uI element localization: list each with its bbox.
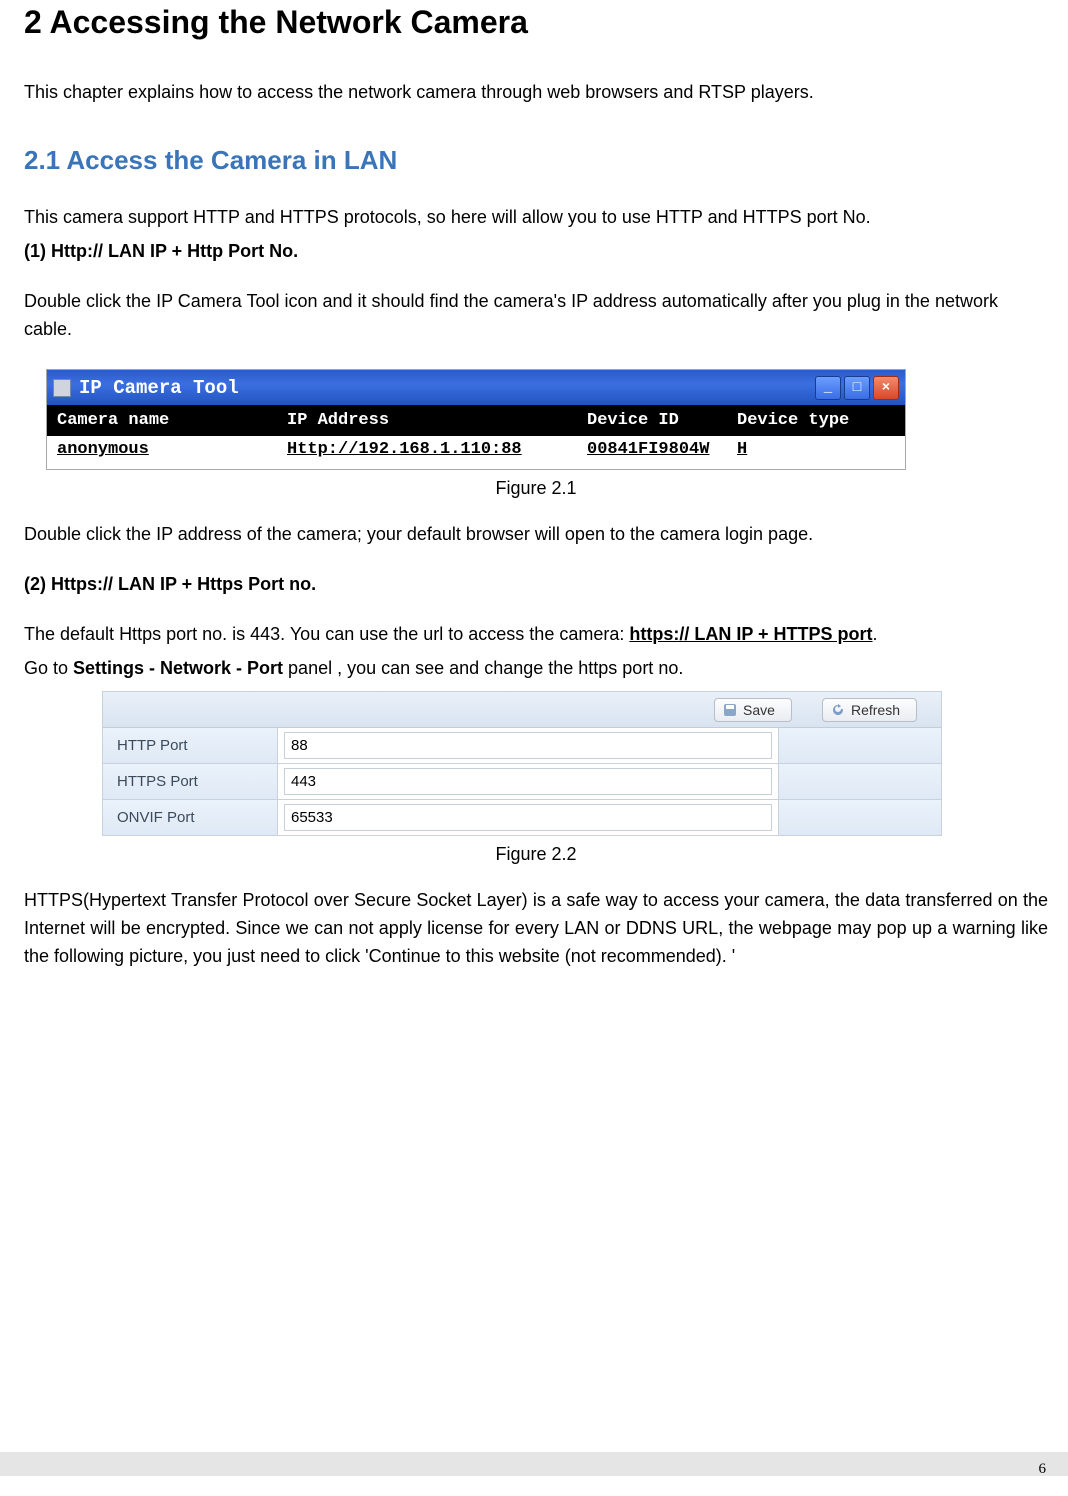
ip-camera-tool-window: IP Camera Tool _ □ × Camera name IP Addr… (46, 369, 906, 470)
col-device-id: Device ID (587, 411, 737, 430)
https-port-label: HTTPS Port (103, 764, 278, 799)
col-device-type: Device type (737, 411, 877, 430)
page-number: 6 (1039, 1461, 1047, 1478)
paragraph: Go to Settings - Network - Port panel , … (24, 655, 1048, 683)
method-2-label: (2) Https:// LAN IP + Https Port no. (24, 571, 1048, 599)
titlebar: IP Camera Tool _ □ × (47, 369, 905, 405)
save-icon (723, 703, 737, 717)
paragraph: Double click the IP Camera Tool icon and… (24, 288, 1048, 344)
column-headers: Camera name IP Address Device ID Device … (47, 405, 905, 436)
section-title-2-1: 2.1 Access the Camera in LAN (24, 145, 1048, 176)
save-button[interactable]: Save (714, 698, 792, 722)
maximize-button[interactable]: □ (844, 376, 870, 400)
http-port-input[interactable] (284, 732, 772, 759)
app-icon (53, 379, 71, 397)
close-button[interactable]: × (873, 376, 899, 400)
onvif-port-label: ONVIF Port (103, 800, 278, 835)
cell-device-type: H (737, 440, 877, 459)
col-camera-name: Camera name (57, 411, 287, 430)
camera-row[interactable]: anonymous Http://192.168.1.110:88 00841F… (47, 436, 905, 469)
figure-caption-2-2: Figure 2.2 (24, 844, 1048, 865)
refresh-button[interactable]: Refresh (822, 698, 917, 722)
paragraph: This camera support HTTP and HTTPS proto… (24, 204, 1048, 232)
chapter-title: 2 Accessing the Network Camera (24, 4, 1048, 41)
figure-caption-2-1: Figure 2.1 (24, 478, 1048, 499)
page-footer: 6 (0, 1452, 1068, 1480)
minimize-button[interactable]: _ (815, 376, 841, 400)
paragraph: The default Https port no. is 443. You c… (24, 621, 1048, 649)
http-port-row: HTTP Port (103, 728, 941, 764)
https-url-example: https:// LAN IP + HTTPS port (629, 624, 872, 644)
col-ip-address: IP Address (287, 411, 587, 430)
window-title: IP Camera Tool (79, 377, 239, 399)
https-port-row: HTTPS Port (103, 764, 941, 800)
refresh-icon (831, 703, 845, 717)
onvif-port-input[interactable] (284, 804, 772, 831)
https-port-input[interactable] (284, 768, 772, 795)
cell-ip-address: Http://192.168.1.110:88 (287, 440, 587, 459)
cell-device-id: 00841FI9804W (587, 440, 737, 459)
port-settings-panel: Save Refresh HTTP Port HTTPS Port ONVIF … (102, 691, 942, 836)
intro-paragraph: This chapter explains how to access the … (24, 79, 1048, 107)
onvif-port-row: ONVIF Port (103, 800, 941, 835)
settings-path: Settings - Network - Port (73, 658, 283, 678)
cell-camera-name: anonymous (57, 440, 287, 459)
method-1-label: (1) Http:// LAN IP + Http Port No. (24, 238, 1048, 266)
http-port-label: HTTP Port (103, 728, 278, 763)
paragraph: Double click the IP address of the camer… (24, 521, 1048, 549)
https-explanation-paragraph: HTTPS(Hypertext Transfer Protocol over S… (24, 887, 1048, 971)
toolbar: Save Refresh (103, 692, 941, 728)
